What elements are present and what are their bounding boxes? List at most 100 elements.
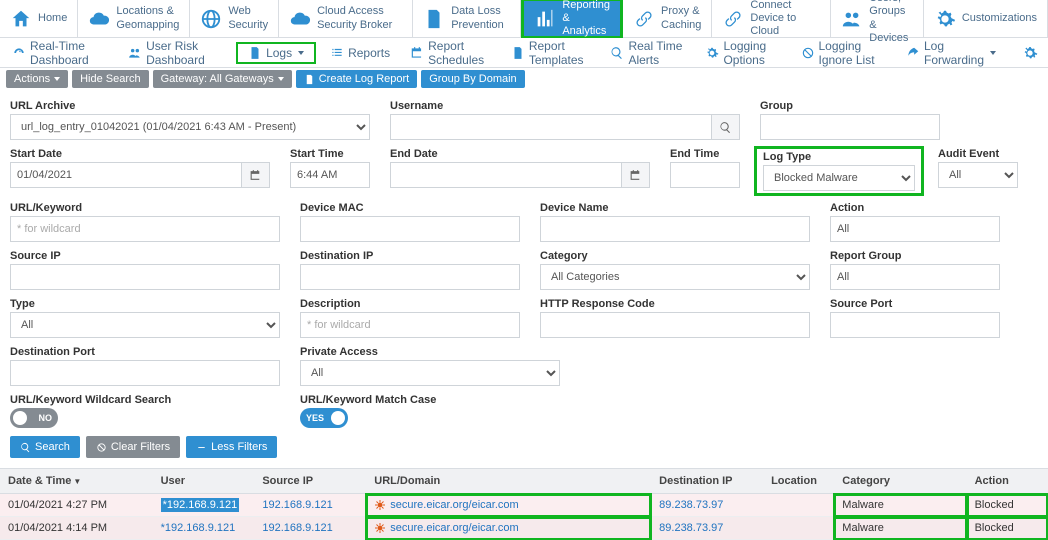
topnav-web-security[interactable]: Web Security [190, 0, 279, 37]
start-date-label: Start Date [10, 148, 270, 160]
source-ip-input[interactable] [10, 264, 280, 290]
forward-icon [906, 46, 920, 60]
url-link[interactable]: secure.eicar.org/eicar.com [390, 522, 518, 534]
connect-icon [722, 8, 744, 30]
subnav-reports[interactable]: Reports [324, 44, 396, 62]
http-response-input[interactable] [540, 312, 810, 338]
topnav-users-groups-devices[interactable]: Users, Groups &Devices [831, 0, 924, 37]
settings-gear-icon[interactable] [1018, 45, 1042, 61]
group-by-domain-button[interactable]: Group By Domain [421, 70, 524, 88]
casb-icon [289, 8, 311, 30]
wildcard-search-label: URL/Keyword Wildcard Search [10, 394, 280, 406]
col-destination-ip[interactable]: Destination IP [651, 469, 763, 494]
username-label: Username [390, 100, 740, 112]
col-date-time[interactable]: Date & Time▼ [0, 469, 153, 494]
topnav-reporting-analytics[interactable]: Reporting &Analytics [521, 0, 623, 38]
topnav-proxy-caching[interactable]: Proxy &Caching [623, 0, 712, 37]
subnav-real-time-alerts[interactable]: Real Time Alerts [604, 37, 691, 69]
start-date-picker[interactable] [242, 162, 270, 188]
username-search-button[interactable] [712, 114, 740, 140]
topnav-label: Home [38, 12, 67, 25]
cell-user: *192.168.9.121 [153, 494, 255, 517]
ip-link[interactable]: 192.168.9.121 [262, 499, 332, 511]
col-user[interactable]: User [153, 469, 255, 494]
topnav-label: Cloud Access Security Broker [317, 5, 402, 31]
device-name-input[interactable] [540, 216, 810, 242]
ip-link[interactable]: 89.238.73.97 [659, 522, 723, 534]
col-source-ip[interactable]: Source IP [254, 469, 366, 494]
less-filters-button[interactable]: Less Filters [186, 436, 277, 458]
ip-link[interactable]: 89.238.73.97 [659, 499, 723, 511]
alert-icon [610, 46, 624, 60]
topnav-label: Web Security [228, 5, 268, 31]
col-location[interactable]: Location [763, 469, 834, 494]
col-category[interactable]: Category [834, 469, 966, 494]
topnav-connect-device-to-cloud[interactable]: Connect Device to Cloud [712, 0, 831, 37]
username-input[interactable] [390, 114, 712, 140]
table-row[interactable]: 01/04/2021 4:27 PM*192.168.9.121192.168.… [0, 494, 1048, 517]
cell-category: Malware [834, 517, 966, 540]
group-input[interactable] [760, 114, 940, 140]
description-input[interactable] [300, 312, 520, 338]
url-archive-select[interactable]: url_log_entry_01042021 (01/04/2021 6:43 … [10, 114, 370, 140]
action-input[interactable] [830, 216, 1000, 242]
start-time-input[interactable] [290, 162, 370, 188]
cell-dest-ip: 89.238.73.97 [651, 494, 763, 517]
actions-menu[interactable]: Actions [6, 70, 68, 88]
table-header-row: Date & Time▼UserSource IPURL/DomainDesti… [0, 469, 1048, 494]
topnav-label: Reporting &Analytics [562, 0, 610, 38]
wildcard-search-toggle[interactable]: NO [10, 408, 58, 428]
audit-event-select[interactable]: All [938, 162, 1018, 188]
ip-link[interactable]: 192.168.9.121 [262, 522, 332, 534]
subnav-logging-options[interactable]: Logging Options [699, 37, 786, 69]
source-port-input[interactable] [830, 312, 1000, 338]
subnav-label: Report Templates [529, 39, 591, 67]
end-date-input[interactable] [390, 162, 622, 188]
device-mac-input[interactable] [300, 216, 520, 242]
clear-filters-button[interactable]: Clear Filters [86, 436, 180, 458]
category-select[interactable]: All Categories [540, 264, 810, 290]
search-button[interactable]: Search [10, 436, 80, 458]
destination-ip-input[interactable] [300, 264, 520, 290]
report-group-input[interactable] [830, 264, 1000, 290]
user-link[interactable]: *192.168.9.121 [161, 498, 240, 512]
log-type-select[interactable]: Blocked Malware [763, 165, 915, 191]
subnav-logs[interactable]: Logs [236, 42, 316, 64]
topnav-data-loss-prevention[interactable]: Data Loss Prevention [413, 0, 521, 37]
subnav-report-templates[interactable]: Report Templates [505, 37, 597, 69]
create-log-report-button[interactable]: Create Log Report [296, 70, 418, 88]
user-link[interactable]: *192.168.9.121 [161, 522, 236, 534]
hide-search-button[interactable]: Hide Search [72, 70, 149, 88]
subnav-log-forwarding[interactable]: Log Forwarding [900, 37, 1002, 69]
end-time-input[interactable] [670, 162, 740, 188]
device-mac-label: Device MAC [300, 202, 520, 214]
caret-down-icon [54, 77, 60, 81]
col-action[interactable]: Action [967, 469, 1048, 494]
cell-source-ip: 192.168.9.121 [254, 494, 366, 517]
report-group-label: Report Group [830, 250, 1000, 262]
topnav-customizations[interactable]: Customizations [924, 0, 1048, 37]
topnav-locations-geomapping[interactable]: Locations &Geomapping [78, 0, 190, 37]
start-date-input[interactable] [10, 162, 242, 188]
subnav-report-schedules[interactable]: Report Schedules [404, 37, 497, 69]
gateway-selector[interactable]: Gateway: All Gateways [153, 70, 292, 88]
match-case-toggle[interactable]: YES [300, 408, 348, 428]
topnav-cloud-access-security-broker[interactable]: Cloud Access Security Broker [279, 0, 413, 37]
private-access-select[interactable]: All [300, 360, 560, 386]
calendar-icon [410, 46, 424, 60]
table-row[interactable]: 01/04/2021 4:14 PM*192.168.9.121192.168.… [0, 517, 1048, 540]
col-url-domain[interactable]: URL/Domain [366, 469, 651, 494]
chart-icon [534, 8, 556, 30]
results-table: Date & Time▼UserSource IPURL/DomainDesti… [0, 468, 1048, 540]
end-date-picker[interactable] [622, 162, 650, 188]
subnav-logging-ignore-list[interactable]: Logging Ignore List [795, 37, 892, 69]
type-select[interactable]: All [10, 312, 280, 338]
url-keyword-input[interactable] [10, 216, 280, 242]
topnav-label: Proxy &Caching [661, 5, 701, 31]
subnav-real-time-dashboard[interactable]: Real-Time Dashboard [6, 37, 114, 69]
topnav-label: Locations &Geomapping [116, 5, 179, 31]
destination-port-input[interactable] [10, 360, 280, 386]
url-link[interactable]: secure.eicar.org/eicar.com [390, 499, 518, 511]
subnav-user-risk-dashboard[interactable]: User Risk Dashboard [122, 37, 228, 69]
topnav-home[interactable]: Home [0, 0, 78, 37]
